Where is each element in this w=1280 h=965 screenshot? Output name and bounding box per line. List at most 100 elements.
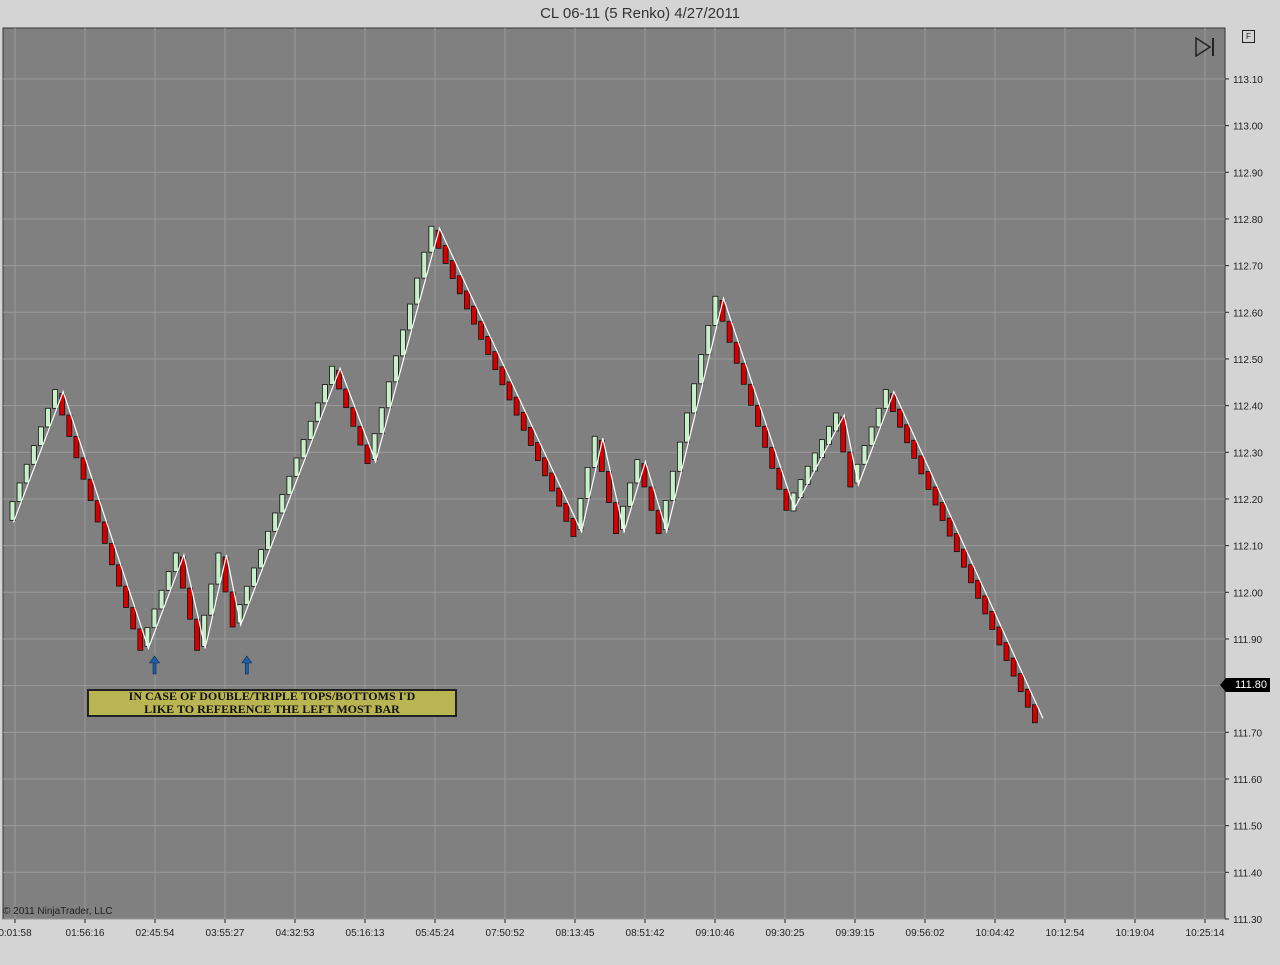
down-brick (527, 427, 534, 446)
x-tick-label: 10:25:14 (1186, 928, 1225, 939)
down-brick (542, 457, 548, 477)
up-brick (684, 412, 690, 443)
down-brick (66, 414, 73, 437)
down-brick (570, 518, 577, 537)
down-brick (755, 404, 761, 427)
x-tick-label: 09:10:46 (696, 928, 735, 939)
up-brick (52, 389, 58, 409)
down-brick (59, 393, 66, 416)
down-brick (613, 502, 619, 535)
down-brick (748, 383, 754, 406)
down-brick (449, 260, 456, 280)
x-tick-label: 08:51:42 (626, 928, 665, 939)
f-button[interactable]: F (1242, 30, 1255, 43)
down-brick (989, 611, 996, 630)
x-tick-label: 05:16:13 (346, 928, 385, 939)
x-tick-label: 03:55:27 (206, 928, 245, 939)
down-brick (897, 408, 903, 428)
y-tick-label: 112.50 (1233, 355, 1263, 366)
up-brick (314, 402, 321, 422)
down-brick (130, 607, 137, 630)
y-tick-label: 112.90 (1233, 168, 1263, 179)
up-brick (634, 459, 641, 484)
up-brick (421, 251, 428, 279)
y-tick-label: 113.10 (1233, 75, 1263, 86)
x-tick-label: 02:45:54 (136, 928, 175, 939)
x-tick-label: 09:39:15 (836, 928, 875, 939)
down-brick (343, 388, 350, 409)
up-brick (392, 355, 399, 383)
skip-to-end-icon[interactable] (1194, 37, 1218, 57)
down-brick (513, 396, 520, 416)
y-tick-label: 112.10 (1233, 542, 1263, 553)
x-tick-label: 01:56:16 (66, 928, 105, 939)
down-brick (953, 533, 960, 553)
down-brick (726, 320, 733, 343)
down-brick (442, 245, 449, 264)
up-brick (9, 501, 16, 521)
down-brick (563, 502, 570, 522)
y-tick-label: 112.40 (1233, 402, 1263, 413)
down-brick (556, 487, 563, 507)
y-tick-label: 112.60 (1233, 308, 1263, 319)
last-price-tag: 111.80 (1220, 678, 1270, 692)
down-brick (549, 472, 555, 492)
x-tick-label: 08:13:45 (556, 928, 595, 939)
down-brick (364, 444, 371, 465)
down-brick (187, 587, 193, 620)
up-brick (584, 467, 591, 499)
down-brick (968, 564, 974, 584)
down-brick (932, 486, 939, 506)
down-brick (73, 436, 80, 459)
down-brick (939, 502, 946, 521)
renko-chart[interactable]: 113.10 113.00 112.90 112.80 112.70 112.60 112.… (0, 0, 1280, 965)
down-brick (520, 411, 527, 431)
x-tick-label: 07:50:52 (486, 928, 525, 939)
y-tick-label: 111.90 (1233, 635, 1263, 646)
down-brick (222, 556, 229, 593)
up-brick (165, 571, 172, 591)
down-brick (506, 381, 513, 401)
down-brick (87, 478, 94, 501)
up-brick (45, 407, 51, 428)
up-brick (875, 407, 882, 428)
down-brick (641, 463, 648, 488)
down-brick (890, 393, 896, 413)
up-brick (158, 589, 165, 610)
up-brick (329, 365, 335, 386)
up-brick (811, 452, 818, 472)
x-tick-label: 04:32:53 (276, 928, 315, 939)
up-brick (861, 445, 868, 465)
up-brick (279, 494, 286, 514)
down-brick (996, 626, 1003, 646)
down-brick (776, 467, 783, 490)
down-brick (946, 517, 953, 537)
down-brick (80, 457, 87, 480)
up-brick (23, 463, 30, 484)
up-brick (215, 552, 222, 585)
up-brick (30, 445, 37, 465)
down-brick (1024, 688, 1031, 708)
up-brick (265, 530, 272, 551)
up-brick (208, 583, 215, 616)
down-brick (478, 320, 485, 340)
up-brick (300, 439, 307, 459)
plot-area[interactable] (2, 27, 1226, 920)
down-brick (471, 305, 477, 325)
down-brick (94, 500, 101, 523)
up-brick (243, 585, 250, 606)
up-brick (272, 512, 279, 532)
price-axis[interactable]: 113.10 113.00 112.90 112.80 112.70 112.60 112.… (1225, 75, 1263, 926)
up-brick (591, 435, 598, 468)
time-axis[interactable]: 0:01:58 01:56:16 02:45:54 03:55:27 04:32:53 0… (0, 919, 1225, 939)
down-brick (194, 618, 201, 651)
x-tick-label: 10:19:04 (1116, 928, 1155, 939)
down-brick (350, 407, 357, 427)
x-tick-label: 10:04:42 (976, 928, 1015, 939)
up-brick (250, 567, 257, 587)
up-brick (407, 303, 414, 331)
up-brick (16, 482, 23, 503)
down-brick (229, 591, 236, 628)
y-tick-label: 113.00 (1233, 122, 1263, 133)
annotation-line-2: LIKE TO REFERENCE THE LEFT MOST BAR (144, 702, 400, 716)
